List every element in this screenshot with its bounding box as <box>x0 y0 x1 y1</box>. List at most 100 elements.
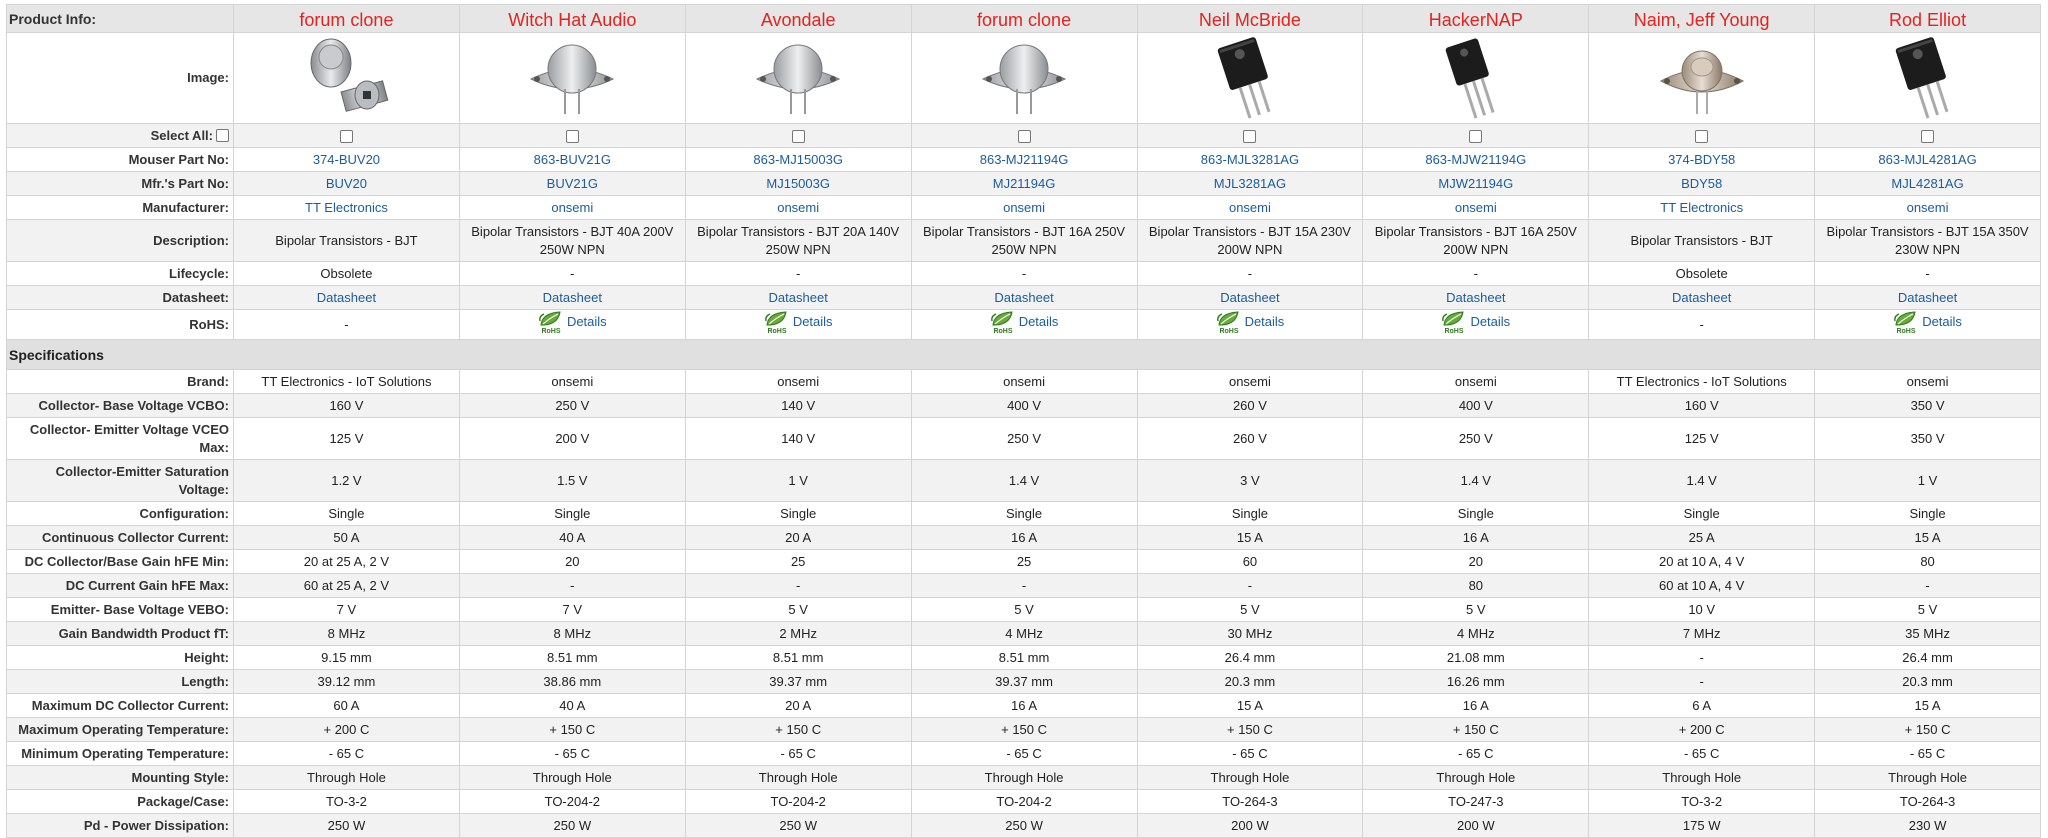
product-select-cell <box>1136 123 1364 148</box>
spec-value: Through Hole <box>910 765 1138 790</box>
rohs-details-link[interactable]: Details <box>1922 313 1962 331</box>
spec-value: Through Hole <box>684 765 912 790</box>
select-row: Select All: <box>6 123 2041 148</box>
mouser-part-no-link[interactable]: 863-BUV21G <box>534 152 611 167</box>
product-select-checkbox[interactable] <box>1921 129 1935 143</box>
product-select-checkbox[interactable] <box>1469 129 1483 143</box>
mfr-part-no-link[interactable]: MJ21194G <box>993 176 1056 191</box>
product-name: Neil McBride <box>1136 4 1364 33</box>
mouser-part-no-cell: 863-MJL4281AG <box>1814 147 2041 172</box>
spec-value: 35 MHz <box>1814 621 2041 646</box>
manufacturer-link[interactable]: TT Electronics <box>305 200 388 215</box>
spec-row: Gain Bandwidth Product fT: 8 MHz 8 MHz 2 MH… <box>6 621 2041 646</box>
product-select-cell <box>1362 123 1590 148</box>
datasheet-link[interactable]: Datasheet <box>1446 290 1505 305</box>
spec-value: 20 at 25 A, 2 V <box>233 549 460 574</box>
to264-image[interactable] <box>1819 36 2036 120</box>
spec-value: Single <box>458 501 686 526</box>
spec-value: 8 MHz <box>458 621 686 646</box>
datasheet-link[interactable]: Datasheet <box>769 290 828 305</box>
mouser-part-no-link[interactable]: 863-MJL3281AG <box>1201 152 1299 167</box>
product-image-cell[interactable] <box>684 32 912 124</box>
rohs-details-link[interactable]: Details <box>1245 313 1285 331</box>
product-select-cell <box>1588 123 1816 148</box>
manufacturer-link[interactable]: onsemi <box>1455 200 1497 215</box>
mouser-part-no-link[interactable]: 374-BDY58 <box>1668 152 1735 167</box>
datasheet-link[interactable]: Datasheet <box>994 290 1053 305</box>
product-select-checkbox[interactable] <box>1695 129 1709 143</box>
to204-image[interactable] <box>916 39 1133 117</box>
rohs-details-link[interactable]: Details <box>567 313 607 331</box>
spec-value: TO-264-3 <box>1814 789 2041 814</box>
datasheet-link[interactable]: Datasheet <box>317 290 376 305</box>
mfr-part-no-link[interactable]: MJ15003G <box>766 176 830 191</box>
product-image-cell[interactable] <box>1136 32 1364 124</box>
description-value: Bipolar Transistors - BJT <box>1630 232 1773 248</box>
manufacturer-link[interactable]: onsemi <box>551 200 593 215</box>
manufacturer-link[interactable]: TT Electronics <box>1660 200 1743 215</box>
datasheet-link[interactable]: Datasheet <box>1898 290 1957 305</box>
manufacturer-link[interactable]: onsemi <box>1907 200 1949 215</box>
product-image-cell[interactable] <box>1362 32 1590 124</box>
spec-label: Collector-Emitter Saturation Voltage: <box>6 459 234 502</box>
image-label: Image: <box>6 32 234 124</box>
datasheet-link[interactable]: Datasheet <box>543 290 602 305</box>
datasheet-cell: Datasheet <box>1588 285 1816 310</box>
to264-image[interactable] <box>1142 36 1359 120</box>
mfr-part-no-link[interactable]: MJW21194G <box>1438 176 1513 191</box>
datasheet-link[interactable]: Datasheet <box>1220 290 1279 305</box>
product-name: Witch Hat Audio <box>458 4 686 33</box>
mouser-part-no-link[interactable]: 374-BUV20 <box>313 152 380 167</box>
product-select-checkbox[interactable] <box>1243 129 1257 143</box>
spec-value: Single <box>910 501 1138 526</box>
mouser-part-no-link[interactable]: 863-MJ15003G <box>753 152 843 167</box>
product-image-cell[interactable] <box>458 32 686 124</box>
lifecycle-value: - <box>1021 265 1027 281</box>
rohs-details-link[interactable]: Details <box>1470 313 1510 331</box>
to3-gold-image[interactable] <box>1593 39 1810 117</box>
product-select-checkbox[interactable] <box>1017 129 1031 143</box>
mfr-part-no-link[interactable]: BDY58 <box>1681 176 1722 191</box>
to204-image[interactable] <box>464 39 681 117</box>
manufacturer-link[interactable]: onsemi <box>1229 200 1271 215</box>
product-image-cell[interactable] <box>1588 32 1816 124</box>
mfr-part-no-link[interactable]: BUV21G <box>547 176 598 191</box>
product-image-cell[interactable] <box>1814 32 2041 124</box>
product-select-checkbox[interactable] <box>339 129 353 143</box>
rohs-details-link[interactable]: Details <box>1019 313 1059 331</box>
manufacturer-link[interactable]: onsemi <box>777 200 819 215</box>
spec-value: 1 V <box>1814 459 2041 502</box>
mfr-part-no-link[interactable]: MJL4281AG <box>1891 176 1963 191</box>
rohs-leaf-icon: RoHS <box>1216 311 1242 334</box>
rohs-leaf-icon: RoHS <box>1893 311 1919 334</box>
spec-value: 39.37 mm <box>684 669 912 694</box>
spec-value: + 150 C <box>458 717 686 742</box>
mouser-part-no-link[interactable]: 863-MJ21194G <box>980 152 1069 167</box>
manufacturer-cell: onsemi <box>458 195 686 220</box>
product-select-checkbox[interactable] <box>791 129 805 143</box>
spec-value: 9.15 mm <box>233 645 460 670</box>
mfr-part-no-cell: BUV21G <box>458 171 686 196</box>
mfr-part-no-link[interactable]: MJL3281AG <box>1214 176 1286 191</box>
spec-label: Package/Case: <box>6 789 234 814</box>
mouser-part-no-link[interactable]: 863-MJL4281AG <box>1878 152 1976 167</box>
spec-value: 400 V <box>1362 393 1590 418</box>
spec-row: Collector- Emitter Voltage VCEO Max: 125 … <box>6 417 2041 460</box>
manufacturer-link[interactable]: onsemi <box>1003 200 1045 215</box>
product-image-cell[interactable] <box>910 32 1138 124</box>
datasheet-link[interactable]: Datasheet <box>1672 290 1731 305</box>
to204-image[interactable] <box>690 39 907 117</box>
rohs-details-link[interactable]: Details <box>793 313 833 331</box>
product-image-cell[interactable] <box>233 32 460 124</box>
mfr-part-no-link[interactable]: BUV20 <box>326 176 367 191</box>
product-name-row: Product Info: forum clone Witch Hat Audio A… <box>6 4 2041 33</box>
select-all-checkbox[interactable] <box>216 128 229 142</box>
product-select-checkbox[interactable] <box>565 129 579 143</box>
to3-pair-image[interactable] <box>238 37 455 119</box>
mouser-part-no-link[interactable]: 863-MJW21194G <box>1425 152 1526 167</box>
spec-value: 8 MHz <box>233 621 460 646</box>
spec-label: Collector- Emitter Voltage VCEO Max: <box>6 417 234 460</box>
spec-value: 8.51 mm <box>684 645 912 670</box>
to247-image[interactable] <box>1367 36 1584 120</box>
spec-value: 250 V <box>1362 417 1590 460</box>
